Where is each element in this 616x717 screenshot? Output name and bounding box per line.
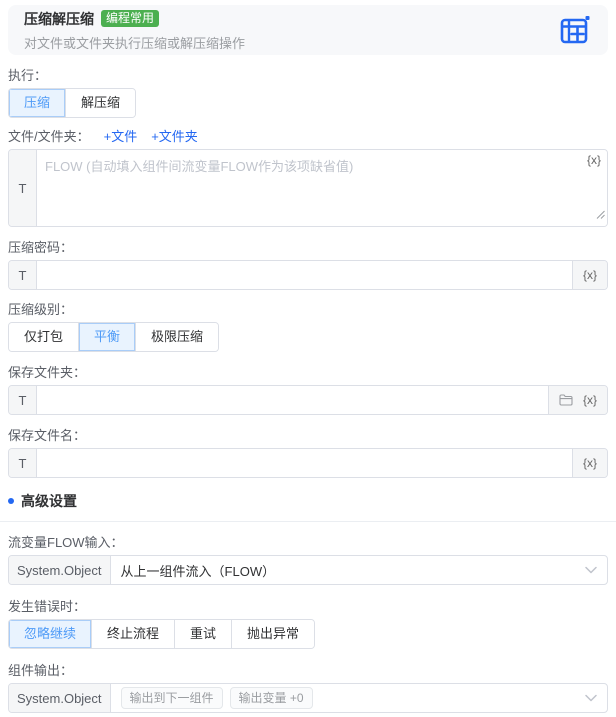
save-name-input[interactable] bbox=[37, 449, 572, 477]
field-action: 执行： 压缩 解压缩 bbox=[8, 66, 608, 118]
component-config-panel: 压缩解压缩 编程常用 对文件或文件夹执行压缩或解压缩操作 执行： 压缩 解压缩 bbox=[0, 0, 616, 713]
chevron-down-icon bbox=[585, 556, 607, 584]
save-name-input-wrap: T {x} bbox=[8, 448, 608, 478]
error-option-throw[interactable]: 抛出异常 bbox=[231, 620, 315, 648]
save-folder-suffix: {x} bbox=[547, 386, 607, 414]
files-textarea-wrap: T {x} bbox=[8, 149, 608, 227]
add-component-window-icon[interactable] bbox=[558, 13, 592, 47]
password-type-toggle[interactable]: T bbox=[9, 261, 37, 289]
error-option-retry[interactable]: 重试 bbox=[174, 620, 232, 648]
output-label: 组件输出： bbox=[8, 662, 74, 678]
password-expression-toggle[interactable]: {x} bbox=[583, 268, 597, 282]
password-label: 压缩密码： bbox=[8, 239, 74, 255]
save-folder-expression-toggle[interactable]: {x} bbox=[583, 393, 597, 407]
on-error-label: 发生错误时： bbox=[8, 598, 87, 614]
field-files: 文件/文件夹： +文件 +文件夹 T {x} bbox=[8, 127, 608, 227]
flow-input-select[interactable]: System.Object 从上一组件流入（FLOW） bbox=[8, 555, 608, 585]
output-tags: 输出到下一组件 输出变量 +0 bbox=[111, 684, 585, 712]
error-option-stop[interactable]: 终止流程 bbox=[91, 620, 175, 648]
output-tag-next-component[interactable]: 输出到下一组件 bbox=[120, 687, 223, 709]
folder-icon[interactable] bbox=[559, 394, 573, 406]
field-output: 组件输出： System.Object 输出到下一组件 输出变量 +0 bbox=[8, 661, 608, 713]
password-suffix: {x} bbox=[571, 261, 607, 289]
files-textarea[interactable] bbox=[37, 150, 607, 226]
page-title: 压缩解压缩 bbox=[24, 10, 94, 27]
add-folder-link[interactable]: +文件夹 bbox=[151, 126, 198, 145]
field-on-error: 发生错误时： 忽略继续 终止流程 重试 抛出异常 bbox=[8, 597, 608, 649]
level-option-store[interactable]: 仅打包 bbox=[9, 323, 79, 351]
output-type: System.Object bbox=[9, 684, 111, 712]
action-button-group: 压缩 解压缩 bbox=[8, 88, 137, 118]
error-option-ignore[interactable]: 忽略继续 bbox=[9, 620, 92, 648]
save-folder-type-toggle[interactable]: T bbox=[9, 386, 37, 414]
files-label: 文件/文件夹： bbox=[8, 128, 90, 144]
field-save-folder: 保存文件夹： T {x} bbox=[8, 363, 608, 415]
bullet-dot-icon bbox=[8, 498, 14, 504]
save-name-type-toggle[interactable]: T bbox=[9, 449, 37, 477]
password-input-wrap: T {x} bbox=[8, 260, 608, 290]
category-badge: 编程常用 bbox=[101, 10, 160, 27]
advanced-settings-section: 高级设置 bbox=[0, 491, 616, 522]
password-input[interactable] bbox=[37, 261, 572, 289]
level-option-balanced[interactable]: 平衡 bbox=[78, 323, 136, 351]
action-option-compress[interactable]: 压缩 bbox=[9, 89, 66, 117]
output-tag-variables[interactable]: 输出变量 +0 bbox=[229, 687, 313, 709]
field-level: 压缩级别： 仅打包 平衡 极限压缩 bbox=[8, 300, 608, 352]
field-password: 压缩密码： T {x} bbox=[8, 238, 608, 290]
save-folder-input[interactable] bbox=[37, 386, 548, 414]
save-folder-label: 保存文件夹： bbox=[8, 364, 87, 380]
flow-input-label: 流变量FLOW输入： bbox=[8, 534, 124, 550]
level-label: 压缩级别： bbox=[8, 301, 74, 317]
add-file-link[interactable]: +文件 bbox=[104, 126, 138, 145]
component-description: 对文件或文件夹执行压缩或解压缩操作 bbox=[24, 35, 246, 51]
level-button-group: 仅打包 平衡 极限压缩 bbox=[8, 322, 220, 352]
save-name-label: 保存文件名： bbox=[8, 427, 87, 443]
header-text-block: 压缩解压缩 编程常用 对文件或文件夹执行压缩或解压缩操作 bbox=[24, 9, 245, 52]
save-name-suffix: {x} bbox=[571, 449, 607, 477]
chevron-down-icon bbox=[585, 684, 607, 712]
on-error-button-group: 忽略继续 终止流程 重试 抛出异常 bbox=[8, 619, 316, 649]
advanced-settings-title: 高级设置 bbox=[21, 493, 77, 509]
flow-input-type: System.Object bbox=[9, 556, 111, 584]
field-flow-input: 流变量FLOW输入： System.Object 从上一组件流入（FLOW） bbox=[8, 533, 608, 585]
action-option-decompress[interactable]: 解压缩 bbox=[65, 89, 136, 117]
save-folder-input-wrap: T {x} bbox=[8, 385, 608, 415]
level-option-ultra[interactable]: 极限压缩 bbox=[135, 323, 219, 351]
flow-input-value: 从上一组件流入（FLOW） bbox=[120, 563, 276, 579]
files-type-toggle[interactable]: T bbox=[9, 150, 37, 226]
save-name-expression-toggle[interactable]: {x} bbox=[583, 456, 597, 470]
output-select[interactable]: System.Object 输出到下一组件 输出变量 +0 bbox=[8, 683, 608, 713]
action-label: 执行： bbox=[8, 67, 48, 83]
field-save-name: 保存文件名： T {x} bbox=[8, 426, 608, 478]
resize-handle-icon[interactable] bbox=[596, 206, 605, 224]
files-expression-toggle[interactable]: {x} bbox=[587, 153, 601, 167]
component-header: 压缩解压缩 编程常用 对文件或文件夹执行压缩或解压缩操作 bbox=[8, 5, 608, 55]
